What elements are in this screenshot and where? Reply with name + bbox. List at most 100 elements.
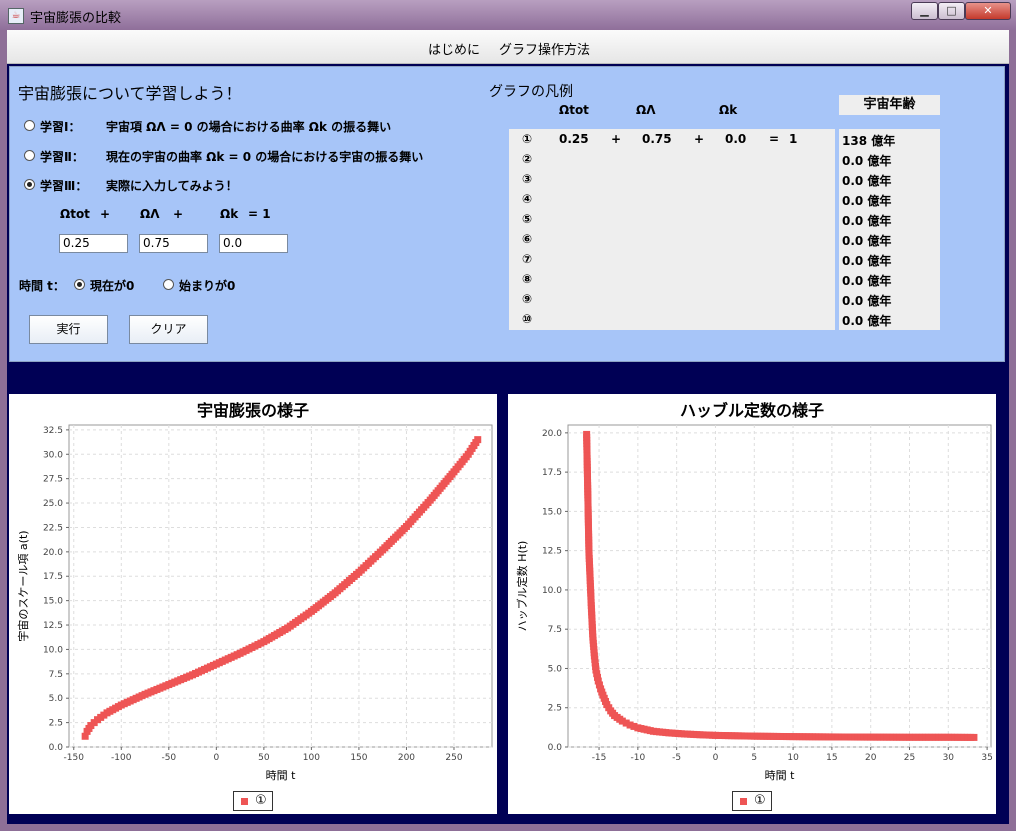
title-bar[interactable]: ☕ 宇宙膨張の比較 ▁ □ ✕ — [0, 0, 1016, 30]
control-panel: 宇宙膨張について学習しよう！ 学習Ⅰ： 宇宙項 ΩΛ = 0 の場合における曲率… — [9, 66, 1005, 362]
legend-row-age: 0.0 億年 — [842, 294, 892, 308]
x-tick-label: -150 — [64, 753, 85, 763]
y-tick-label: 17.5 — [542, 468, 562, 478]
legend-row-equals: = — [769, 132, 780, 146]
equals-one: = 1 — [248, 207, 271, 221]
study2-radio[interactable] — [24, 150, 35, 161]
legend-row-age: 0.0 億年 — [842, 174, 892, 188]
legend-row-one: 1 — [789, 132, 798, 146]
legend-row-mark: ⑨ — [522, 292, 533, 306]
y-tick-label: 12.5 — [43, 621, 63, 631]
study1-label[interactable]: 学習Ⅰ： — [40, 118, 80, 135]
legend-series-name: ① — [754, 793, 766, 808]
menu-intro[interactable]: はじめに — [428, 39, 480, 58]
y-tick-label: 2.5 — [548, 704, 562, 714]
legend-row-mark: ⑧ — [522, 272, 533, 286]
study2-label[interactable]: 学習Ⅱ： — [40, 148, 84, 165]
legend-row-age: 0.0 億年 — [842, 194, 892, 208]
minimize-button[interactable]: ▁ — [911, 2, 938, 20]
x-tick-label: 100 — [303, 753, 320, 763]
time-now-label[interactable]: 現在が0 — [90, 277, 134, 294]
x-tick-label: 5 — [751, 753, 757, 763]
omega-k-input[interactable]: 0.0 — [219, 234, 288, 253]
plus-sign: + — [100, 207, 111, 221]
maximize-button[interactable]: □ — [938, 2, 965, 20]
legend-row-k: 0.0 — [725, 132, 747, 146]
x-tick-label: 10 — [787, 753, 799, 763]
legend-row-mark: ① — [522, 132, 533, 146]
y-tick-label: 20.0 — [43, 548, 63, 558]
close-button[interactable]: ✕ — [965, 2, 1011, 20]
legend-row-mark: ⑦ — [522, 252, 533, 266]
legend-row-plus: + — [611, 132, 622, 146]
run-button[interactable]: 実行 — [29, 315, 108, 344]
legend-header-tot: Ωtot — [559, 103, 589, 117]
omega-tot-input[interactable]: 0.25 — [59, 234, 128, 253]
age-header: 宇宙年齢 — [839, 95, 940, 115]
y-tick-label: 10.0 — [43, 645, 63, 655]
java-app-icon[interactable]: ☕ — [8, 8, 24, 24]
chart-legend: ① — [732, 791, 772, 811]
time-start-label[interactable]: 始まりが0 — [179, 277, 235, 294]
time-start-radio[interactable] — [163, 279, 174, 290]
study3-radio[interactable] — [24, 179, 35, 190]
y-tick-label: 32.5 — [43, 426, 63, 436]
plus-sign: + — [173, 207, 184, 221]
legend-row-age: 0.0 億年 — [842, 214, 892, 228]
hubble-chart: 0.0 2.5 5.0 7.5 10.0 12.5 15.0 17.5 20.0 -15 -10 -5… — [515, 424, 993, 782]
hubble-chart-panel: ハッブル定数の様子 0.0 2.5 5.0 7.5 10.0 12.5 15.0 17.5 20… — [508, 394, 996, 814]
y-tick-label: 7.5 — [548, 625, 562, 635]
y-tick-label: 17.5 — [43, 572, 63, 582]
legend-row-age: 0.0 億年 — [842, 274, 892, 288]
study2-desc: 現在の宇宙の曲率 Ωk = 0 の場合における宇宙の振る舞い — [106, 150, 424, 164]
chart-legend: ① — [233, 791, 273, 811]
scale-factor-chart-panel: 宇宙膨張の様子 0.0 2.5 5.0 7.5 10.0 12.5 15.0 17.5 20.0… — [9, 394, 497, 814]
omega-lambda-input[interactable]: 0.75 — [139, 234, 208, 253]
x-tick-label: 0 — [713, 753, 719, 763]
legend-row-mark: ⑩ — [522, 312, 533, 326]
y-tick-label: 7.5 — [49, 670, 63, 680]
y-tick-label: 0.0 — [49, 743, 64, 753]
time-now-radio[interactable] — [74, 279, 85, 290]
x-tick-label: 250 — [445, 753, 462, 763]
y-tick-label: 30.0 — [43, 450, 63, 460]
y-tick-label: 2.5 — [49, 719, 63, 729]
x-tick-label: 25 — [904, 753, 915, 763]
y-axis-label: 宇宙のスケール項 a(t) — [16, 530, 30, 641]
y-tick-label: 0.0 — [548, 743, 563, 753]
y-tick-label: 12.5 — [542, 547, 562, 557]
legend-row-age: 138 億年 — [842, 134, 896, 148]
scale-factor-chart: 0.0 2.5 5.0 7.5 10.0 12.5 15.0 17.5 20.0 22.5 25.0… — [16, 424, 493, 782]
x-tick-label: 20 — [865, 753, 877, 763]
time-label: 時間 t： — [19, 279, 65, 293]
legend-row-mark: ⑥ — [522, 232, 533, 246]
x-tick-label: -100 — [111, 753, 132, 763]
legend-row-lambda: 0.75 — [642, 132, 672, 146]
y-tick-label: 20.0 — [542, 429, 562, 439]
x-tick-label: 50 — [258, 753, 270, 763]
menu-bar: はじめに グラフ操作方法 — [7, 30, 1009, 64]
menu-graph-help[interactable]: グラフ操作方法 — [499, 39, 590, 58]
x-tick-label: 35 — [981, 753, 992, 763]
omega-tot-label: Ωtot — [60, 207, 90, 221]
data-point — [474, 436, 482, 444]
legend-row-mark: ② — [522, 152, 533, 166]
y-tick-label: 15.0 — [43, 597, 63, 607]
x-tick-label: 0 — [213, 753, 219, 763]
legend-row-mark: ③ — [522, 172, 533, 186]
study3-label[interactable]: 学習Ⅲ： — [40, 177, 87, 194]
legend-row-age: 0.0 億年 — [842, 234, 892, 248]
x-tick-label: 150 — [350, 753, 367, 763]
clear-button[interactable]: クリア — [129, 315, 208, 344]
data-point — [970, 733, 978, 741]
legend-row-mark: ④ — [522, 192, 533, 206]
x-axis-label: 時間 t — [266, 769, 296, 782]
y-tick-label: 25.0 — [43, 499, 63, 509]
omega-lambda-label: ΩΛ — [140, 207, 160, 221]
study1-radio[interactable] — [24, 120, 35, 131]
legend-header-lambda: ΩΛ — [636, 103, 656, 117]
app-window: ☕ 宇宙膨張の比較 ▁ □ ✕ はじめに グラフ操作方法 宇宙膨張について学習し… — [0, 0, 1016, 831]
legend-row-mark: ⑤ — [522, 212, 533, 226]
study3-desc: 実際に入力してみよう！ — [106, 179, 238, 193]
y-tick-label: 15.0 — [542, 507, 562, 517]
